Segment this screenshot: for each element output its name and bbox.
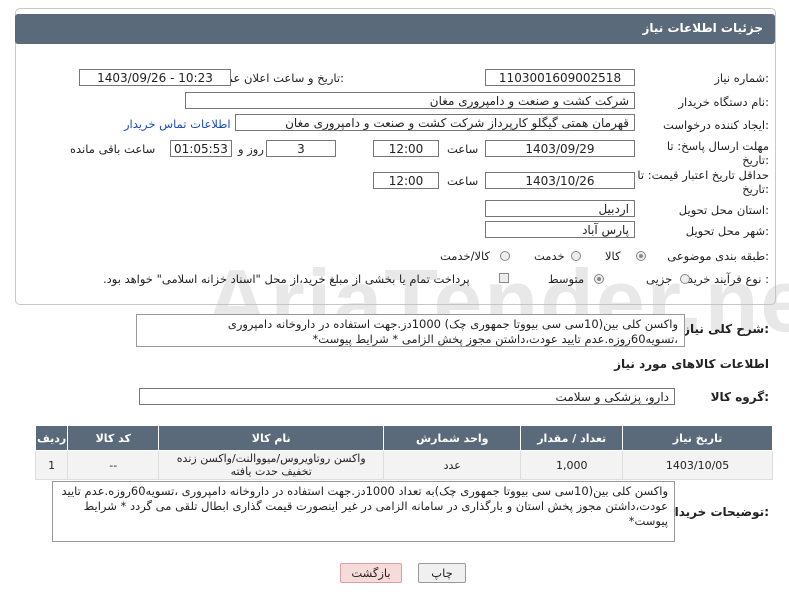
print-button[interactable]: چاپ	[418, 563, 466, 583]
category-goods-service-label: کالا/خدمت	[440, 249, 491, 263]
price-valid-label: حداقل تاریخ اعتبار قیمت: تا تاریخ:	[637, 168, 769, 196]
back-button[interactable]: بازگشت	[340, 563, 402, 583]
treasury-note: پرداخت تمام یا بخشی از مبلغ خرید،از محل …	[103, 272, 470, 286]
price-valid-time-field[interactable]: 12:00	[373, 172, 439, 189]
cell-unit: عدد	[383, 450, 522, 480]
col-row: ردیف	[34, 425, 69, 451]
category-goods-service-radio[interactable]	[500, 251, 510, 261]
cell-name: واکسن روتاویروس/میووالنت/واکسن زنده تخفی…	[158, 450, 385, 480]
deadline-time-field[interactable]: 12:00	[373, 140, 439, 157]
announce-field[interactable]: 1403/09/26 - 10:23	[79, 69, 231, 86]
category-label: طبقه بندی موضوعی:	[667, 249, 769, 263]
remaining-field[interactable]: 01:05:53	[170, 140, 232, 157]
items-table-header: ردیف کد کالا نام کالا واحد شمارش تعداد /…	[34, 425, 773, 451]
creator-field[interactable]: قهرمان همتی گیگلو کارپرداز شرکت کشت و صن…	[235, 114, 635, 131]
category-goods-label: کالا	[605, 249, 621, 263]
buyer-desc-textarea[interactable]: واکسن کلی بین(10سی سی بیووتا جمهوری چک)ب…	[52, 481, 675, 542]
process-partial-label: جزیی	[646, 272, 673, 286]
creator-label: ایجاد کننده درخواست:	[663, 118, 769, 132]
category-goods-radio[interactable]	[636, 251, 646, 261]
deadline-date-field[interactable]: 1403/09/29	[485, 140, 635, 157]
col-date: تاریخ نیاز	[622, 425, 773, 451]
col-name: نام کالا	[158, 425, 385, 451]
buyer-org-field[interactable]: شرکت کشت و صنعت و دامپروری مغان	[185, 92, 635, 109]
col-code: کد کالا	[67, 425, 160, 451]
goods-group-label: گروه کالا:	[710, 390, 769, 404]
process-medium-label: متوسط	[548, 272, 585, 286]
province-label: استان محل تحویل:	[678, 203, 769, 217]
cell-code: --	[67, 450, 160, 480]
days-field[interactable]: 3	[266, 140, 336, 157]
deadline-time-label: ساعت	[447, 142, 479, 156]
remaining-label: ساعت باقی مانده	[70, 142, 156, 156]
summary-textarea[interactable]: واکسن کلی بین(10سی سی بیووتا جمهوری چک) …	[136, 314, 685, 347]
price-valid-date-field[interactable]: 1403/10/26	[485, 172, 635, 189]
summary-label: شرح کلی نیاز:	[683, 322, 769, 336]
col-qty: تعداد / مقدار	[520, 425, 624, 451]
goods-group-field[interactable]: دارو، پزشکی و سلامت	[139, 388, 675, 405]
goods-info-title: اطلاعات کالاهای مورد نیاز	[614, 357, 769, 371]
price-valid-time-label: ساعت	[447, 174, 479, 188]
deadline-label: مهلت ارسال پاسخ: تا تاریخ:	[666, 139, 769, 167]
need-number-label: شماره نیاز:	[714, 71, 769, 85]
col-unit: واحد شمارش	[383, 425, 522, 451]
days-label: روز و	[238, 142, 264, 156]
category-service-radio[interactable]	[571, 251, 581, 261]
city-label: شهر محل تحویل:	[685, 224, 769, 238]
items-table: ردیف کد کالا نام کالا واحد شمارش تعداد /…	[34, 425, 773, 480]
treasury-checkbox[interactable]	[499, 273, 509, 283]
process-label: نوع فرآیند خرید :	[687, 272, 769, 286]
need-number-field[interactable]: 1103001609002518	[485, 69, 635, 86]
cell-row: 1	[34, 450, 69, 480]
buyer-org-label: نام دستگاه خریدار:	[678, 95, 769, 109]
page-title: جزئیات اطلاعات نیاز	[642, 21, 763, 35]
category-service-label: خدمت	[534, 249, 565, 263]
contact-link[interactable]: اطلاعات تماس خریدار	[124, 117, 231, 131]
page-header: جزئیات اطلاعات نیاز	[15, 14, 775, 44]
cell-date: 1403/10/05	[622, 450, 773, 480]
province-field[interactable]: اردبیل	[485, 200, 635, 217]
process-medium-radio[interactable]	[594, 274, 604, 284]
process-partial-radio[interactable]	[680, 274, 690, 284]
table-row[interactable]: 1 -- واکسن روتاویروس/میووالنت/واکسن زنده…	[34, 450, 773, 480]
buyer-desc-label: توضیحات خریدار:	[667, 505, 769, 519]
city-field[interactable]: پارس آباد	[485, 221, 635, 238]
cell-qty: 1,000	[520, 450, 624, 480]
